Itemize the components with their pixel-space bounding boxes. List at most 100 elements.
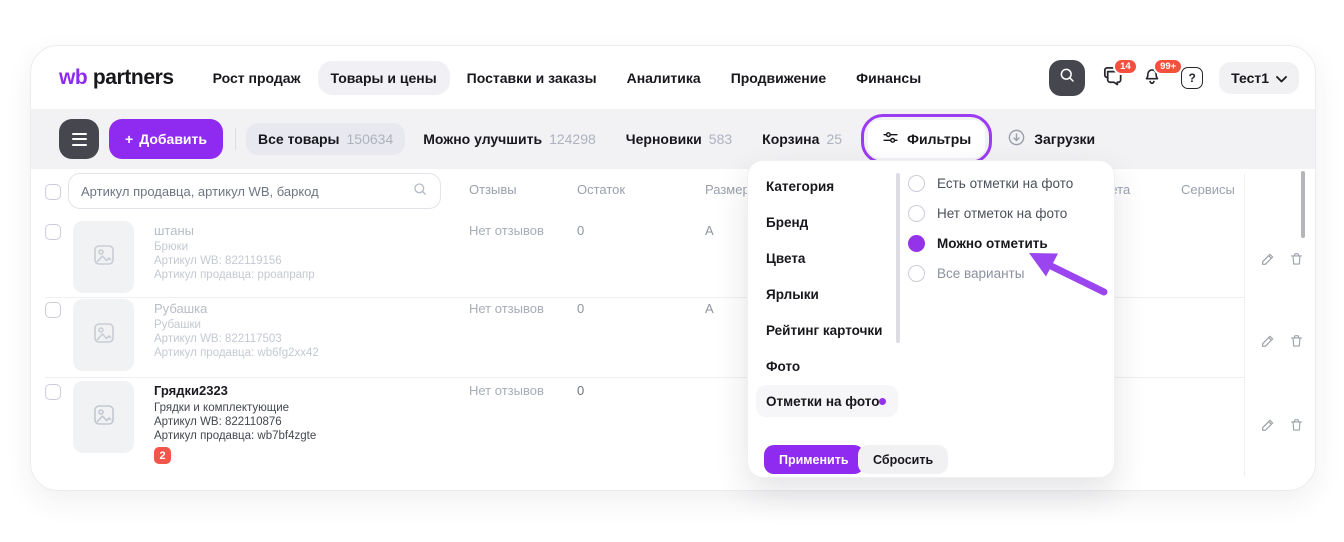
messages-button[interactable]: 14: [1099, 65, 1125, 91]
bulk-menu-button[interactable]: [59, 119, 99, 159]
radio-option-has-marks[interactable]: Есть отметки на фото: [908, 175, 1073, 192]
search-icon: [1058, 66, 1076, 89]
nav-actions: 14 99+ ? Тест1: [1049, 60, 1299, 96]
reset-button[interactable]: Сбросить: [858, 445, 948, 474]
cell-sizes: А: [705, 301, 714, 316]
nav-item-goods-prices[interactable]: Товары и цены: [318, 61, 450, 95]
radio-icon: [908, 205, 925, 222]
products-toolbar: + Добавить Все товары 150634 Можно улучш…: [31, 109, 1315, 169]
apply-button[interactable]: Применить: [764, 445, 864, 474]
tab-drafts[interactable]: Черновики 583: [614, 123, 744, 155]
row-checkbox[interactable]: [45, 384, 61, 400]
main-card: wb partners Рост продаж Товары и цены По…: [30, 45, 1316, 491]
search-button[interactable]: [1049, 60, 1085, 96]
plus-icon: +: [125, 131, 133, 147]
wb-partners-logo: wb partners: [59, 66, 174, 90]
nav-item-finances[interactable]: Финансы: [843, 61, 934, 95]
cell-reviews: Нет отзывов: [469, 223, 544, 238]
radio-option-no-marks[interactable]: Нет отметок на фото: [908, 205, 1067, 222]
filters-button[interactable]: Фильтры: [868, 120, 985, 158]
filter-category-labels[interactable]: Ярлыки: [766, 287, 819, 302]
messages-count-badge: 14: [1113, 58, 1138, 76]
active-filter-dot: [879, 398, 886, 405]
add-product-button[interactable]: + Добавить: [109, 119, 223, 159]
article-search-box: [68, 173, 441, 209]
product-thumbnail[interactable]: [73, 299, 134, 371]
radio-icon: [908, 175, 925, 192]
pencil-icon: [1260, 251, 1276, 272]
trash-icon: [1289, 333, 1304, 354]
logo-partners-text: partners: [93, 66, 174, 89]
filters-label: Фильтры: [907, 131, 971, 147]
tab-trash-count: 25: [826, 131, 842, 147]
image-placeholder-icon: [92, 321, 116, 350]
image-placeholder-icon: [92, 403, 116, 432]
row-checkbox[interactable]: [45, 224, 61, 240]
nav-item-sales-growth[interactable]: Рост продаж: [200, 61, 314, 95]
search-icon: [412, 181, 428, 202]
add-product-label: Добавить: [139, 131, 207, 147]
tab-can-improve[interactable]: Можно улучшить 124298: [411, 123, 608, 155]
product-title[interactable]: Рубашка: [154, 301, 207, 316]
edit-button[interactable]: [1259, 334, 1277, 352]
cell-reviews: Нет отзывов: [469, 301, 544, 316]
product-thumbnail[interactable]: [73, 381, 134, 453]
edit-button[interactable]: [1259, 418, 1277, 436]
nav-item-supplies-orders[interactable]: Поставки и заказы: [454, 61, 610, 95]
delete-button[interactable]: [1287, 334, 1305, 352]
radio-selected-icon: [908, 235, 925, 252]
delete-button[interactable]: [1287, 418, 1305, 436]
row-checkbox[interactable]: [45, 302, 61, 318]
select-all-checkbox[interactable]: [45, 184, 61, 200]
filter-category-category[interactable]: Категория: [766, 179, 834, 194]
tab-all-goods-count: 150634: [347, 131, 394, 147]
vertical-scrollbar[interactable]: [1301, 171, 1305, 238]
top-navbar: wb partners Рост продаж Товары и цены По…: [31, 46, 1315, 109]
filter-category-photo-marks[interactable]: Отметки на фото: [766, 394, 879, 409]
cell-stock: 0: [577, 301, 584, 316]
delete-button[interactable]: [1287, 252, 1305, 270]
product-title[interactable]: штаны: [154, 223, 194, 238]
panel-scrollbar[interactable]: [896, 173, 900, 343]
nav-item-analytics[interactable]: Аналитика: [614, 61, 714, 95]
uploads-button[interactable]: Загрузки: [1007, 128, 1095, 150]
product-wb-article: Артикул WB: 822117503: [154, 333, 282, 345]
account-menu[interactable]: Тест1: [1219, 62, 1299, 94]
column-header-services: Сервисы: [1181, 182, 1235, 197]
nav-links: Рост продаж Товары и цены Поставки и зак…: [200, 61, 935, 95]
cell-stock: 0: [577, 383, 584, 398]
image-placeholder-icon: [92, 243, 116, 272]
filter-category-colors[interactable]: Цвета: [766, 251, 805, 266]
chevron-down-icon: [1276, 70, 1287, 86]
cell-sizes: А: [705, 223, 714, 238]
filter-category-card-rating[interactable]: Рейтинг карточки: [766, 323, 882, 338]
tab-all-goods[interactable]: Все товары 150634: [246, 123, 405, 155]
cell-stock: 0: [577, 223, 584, 238]
radio-option-all-variants[interactable]: Все варианты: [908, 265, 1024, 282]
product-wb-article: Артикул WB: 822110876: [154, 416, 282, 428]
toolbar-divider: [235, 128, 236, 150]
nav-item-promotion[interactable]: Продвижение: [718, 61, 839, 95]
article-search-input[interactable]: [81, 184, 404, 199]
sliders-icon: [882, 129, 899, 149]
product-seller-article: Артикул продавца: wb7bf4zgte: [154, 430, 316, 442]
filters-button-wrap: Фильтры: [868, 120, 985, 158]
product-category: Рубашки: [154, 319, 201, 331]
tab-trash[interactable]: Корзина 25: [750, 123, 854, 155]
logo-wb-text: wb: [59, 66, 87, 89]
account-name: Тест1: [1231, 70, 1269, 86]
product-thumbnail[interactable]: [73, 221, 134, 293]
product-category: Грядки и комплектующие: [154, 402, 289, 414]
radio-option-can-mark[interactable]: Можно отметить: [908, 235, 1048, 252]
filter-category-photo[interactable]: Фото: [766, 359, 800, 374]
product-title[interactable]: Грядки2323: [154, 383, 228, 398]
tab-can-improve-count: 124298: [549, 131, 596, 147]
pencil-icon: [1260, 333, 1276, 354]
product-seller-article: Артикул продавца: wb6fg2xx42: [154, 347, 319, 359]
help-button[interactable]: ?: [1179, 65, 1205, 91]
product-category: Брюки: [154, 241, 188, 253]
filter-category-brand[interactable]: Бренд: [766, 215, 808, 230]
app-canvas: wb partners Рост продаж Товары и цены По…: [0, 0, 1344, 542]
edit-button[interactable]: [1259, 252, 1277, 270]
notifications-button[interactable]: 99+: [1139, 65, 1165, 91]
